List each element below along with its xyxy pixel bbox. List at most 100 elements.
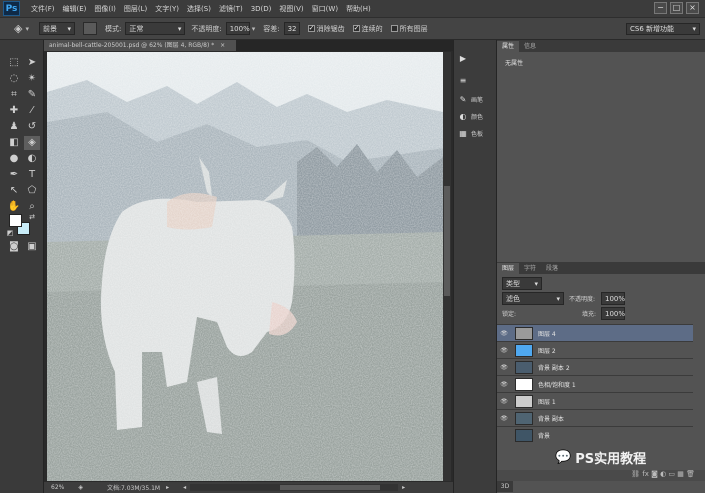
photoshop-logo: Ps	[3, 1, 20, 16]
zoom-level[interactable]: 62%	[51, 484, 64, 491]
layers-footer-icons[interactable]: ⛓ fx ◙ ◐ ▭ ▦ 🗑	[631, 470, 695, 478]
path-selection-tool-icon[interactable]: ↖	[6, 184, 22, 198]
horizontal-scrollbar-thumb[interactable]	[280, 485, 381, 490]
magic-wand-tool-icon[interactable]: ✴	[24, 72, 40, 86]
menu-layer[interactable]: 图层(L)	[124, 4, 147, 14]
close-tab-icon[interactable]: ×	[220, 42, 225, 49]
status-menu-arrow-icon[interactable]: ▸	[166, 484, 169, 491]
history-item[interactable]: ≡	[458, 76, 471, 85]
pattern-picker[interactable]	[82, 22, 97, 35]
menu-help[interactable]: 帮助(H)	[346, 4, 371, 14]
layer-opacity-input[interactable]: 100%	[601, 292, 625, 305]
play-action-item[interactable]: ▶	[458, 54, 471, 63]
layer-name: 图层 2	[538, 347, 556, 355]
foreground-color-swatch[interactable]	[9, 214, 22, 227]
clone-stamp-tool-icon[interactable]: ♟	[6, 120, 22, 134]
tab-layers[interactable]: 图层	[497, 263, 520, 274]
scrollbar-thumb[interactable]	[444, 186, 450, 296]
tab-character[interactable]: 字符	[519, 263, 541, 274]
layer-row[interactable]: 👁 图层 1	[497, 392, 693, 409]
layer-row[interactable]: 👁 色相/饱和度 1	[497, 375, 693, 392]
tab-paragraph[interactable]: 段落	[541, 263, 563, 274]
menu-select[interactable]: 选择(S)	[187, 4, 211, 14]
history-brush-tool-icon[interactable]: ↺	[24, 120, 40, 134]
menu-window[interactable]: 窗口(W)	[312, 4, 338, 14]
color-panel-item[interactable]: ◐ 颜色	[458, 112, 484, 121]
visibility-eye-icon[interactable]: 👁	[497, 381, 511, 388]
blend-mode-dropdown[interactable]: 滤色 ▾	[502, 292, 564, 305]
antialias-checkbox[interactable]: ✓	[307, 25, 315, 32]
healing-brush-tool-icon[interactable]: ✚	[6, 104, 22, 118]
layer-thumbnail	[515, 377, 533, 391]
eyedropper-tool-icon[interactable]: ✎	[24, 88, 40, 102]
marquee-tool-icon[interactable]: ⬚	[6, 56, 22, 70]
fill-input[interactable]: 100%	[601, 307, 625, 320]
scroll-right-arrow-icon[interactable]: ▸	[402, 484, 405, 491]
document-title: animal-bell-cattle-205001.psd @ 62% (图层 …	[49, 42, 215, 49]
menu-bar: Ps 文件(F) 编辑(E) 图像(I) 图层(L) 文字(Y) 选择(S) 滤…	[0, 0, 705, 17]
visibility-eye-icon[interactable]: 👁	[497, 330, 511, 337]
contiguous-checkbox[interactable]: ✓	[352, 25, 360, 32]
layer-row[interactable]: 👁 背景 副本	[497, 409, 693, 426]
nav-icon[interactable]: ◈	[78, 484, 83, 491]
eraser-tool-icon[interactable]: ◧	[6, 136, 22, 150]
paint-bucket-tool-icon[interactable]: ◈	[14, 22, 22, 35]
menu-file[interactable]: 文件(F)	[31, 4, 55, 14]
menu-filter[interactable]: 滤镜(T)	[219, 4, 243, 14]
menu-3d[interactable]: 3D(D)	[251, 5, 272, 13]
contiguous-label: 连续的	[361, 24, 383, 33]
opacity-input[interactable]: 100%	[225, 22, 250, 35]
menu-edit[interactable]: 编辑(E)	[63, 4, 87, 14]
mode-dropdown[interactable]: 正常 ▾	[125, 22, 186, 35]
lasso-tool-icon[interactable]: ◌	[6, 72, 22, 86]
maximize-button[interactable]: □	[670, 2, 683, 14]
brush-tool-icon[interactable]: ⁄	[24, 104, 40, 118]
menu-view[interactable]: 视图(V)	[279, 4, 303, 14]
default-colors-icon[interactable]: ◩	[2, 226, 18, 240]
visibility-eye-icon[interactable]: 👁	[497, 398, 511, 405]
move-tool-icon[interactable]: ➤	[24, 56, 40, 70]
dodge-tool-icon[interactable]: ◐	[24, 152, 40, 166]
layers-tabs: 图层 字符 段落	[497, 262, 705, 274]
tab-properties[interactable]: 属性	[497, 41, 520, 52]
visibility-eye-icon[interactable]: 👁	[497, 364, 511, 371]
hand-tool-icon[interactable]: ✋	[6, 200, 22, 214]
brush-panel-item[interactable]: ✎ 画笔	[458, 95, 483, 104]
menu-image[interactable]: 图像(I)	[94, 4, 116, 14]
menu-type[interactable]: 文字(Y)	[155, 4, 179, 14]
blur-tool-icon[interactable]: ●	[6, 152, 22, 166]
bottom-3d-tab[interactable]: 3D	[497, 481, 513, 492]
paint-bucket-tool-icon[interactable]: ◈	[24, 136, 40, 150]
tab-info[interactable]: 信息	[519, 41, 541, 52]
swap-colors-icon[interactable]: ⇄	[24, 210, 40, 224]
screen-mode-icon[interactable]: ▣	[24, 240, 40, 254]
layer-filter-dropdown[interactable]: 类型 ▾	[502, 277, 542, 290]
layer-row[interactable]: 👁 图层 4	[497, 324, 693, 341]
scroll-left-arrow-icon[interactable]: ◂	[183, 484, 186, 491]
close-window-button[interactable]: ×	[686, 2, 699, 14]
workspace-switcher[interactable]: CS6 新增功能 ▾	[626, 23, 700, 35]
dropdown-arrow-icon: ▾	[67, 24, 71, 33]
visibility-eye-icon[interactable]: 👁	[497, 347, 511, 354]
quick-mask-icon[interactable]: ◙	[6, 240, 22, 254]
pen-tool-icon[interactable]: ✒	[6, 168, 22, 182]
all-layers-checkbox[interactable]	[390, 25, 398, 32]
tolerance-input[interactable]: 32	[283, 22, 300, 35]
opacity-slider-icon[interactable]: ▾	[252, 25, 256, 33]
crop-tool-icon[interactable]: ⌗	[6, 88, 22, 102]
horizontal-scrollbar[interactable]	[190, 484, 399, 491]
tolerance-label: 容差:	[263, 24, 280, 33]
type-tool-icon[interactable]: T	[24, 168, 40, 182]
layer-row[interactable]: 背景	[497, 426, 693, 443]
mode-label: 模式:	[104, 24, 122, 33]
layer-row[interactable]: 👁 背景 副本 2	[497, 358, 693, 375]
shape-tool-icon[interactable]: ⬠	[24, 184, 40, 198]
minimize-button[interactable]: −	[654, 2, 667, 14]
document-tab[interactable]: animal-bell-cattle-205001.psd @ 62% (图层 …	[44, 40, 236, 51]
visibility-eye-icon[interactable]: 👁	[497, 415, 511, 422]
tool-preset-dropdown-icon[interactable]: ▾	[25, 25, 29, 33]
layer-row[interactable]: 👁 图层 2	[497, 341, 693, 358]
swatches-panel-item[interactable]: ▦ 色板	[458, 129, 483, 138]
fill-source-dropdown[interactable]: 前景 ▾	[38, 22, 75, 35]
document-canvas[interactable]	[47, 52, 443, 481]
